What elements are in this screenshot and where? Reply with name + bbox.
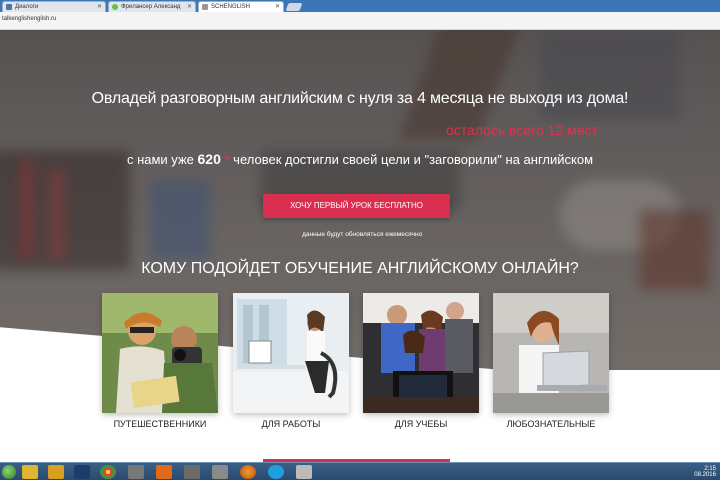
update-note: * данные будут обновляться ежемесячно <box>297 231 423 238</box>
freelancer-icon <box>112 4 118 10</box>
firefox-icon[interactable] <box>240 465 256 479</box>
card-label-curious: ЛЮБОЗНАТЕЛЬНЫЕ <box>506 419 596 429</box>
start-button[interactable] <box>2 465 16 479</box>
travelers-photo <box>102 293 218 413</box>
card-label-study: ДЛЯ УЧЕБЫ <box>394 419 448 429</box>
chrome-icon[interactable] <box>100 465 116 479</box>
new-tab-button[interactable] <box>285 3 303 11</box>
page-icon <box>202 4 208 10</box>
card-study[interactable] <box>363 293 479 413</box>
close-icon[interactable]: ✕ <box>97 2 102 12</box>
free-lesson-button[interactable]: ХОЧУ ПЕРВЫЙ УРОК БЕСПЛАТНО <box>263 194 450 218</box>
tab-freelancer[interactable]: Фрилансер Александ ✕ <box>108 1 196 12</box>
study-photo <box>363 293 479 413</box>
card-label-work: ДЛЯ РАБОТЫ <box>261 419 321 429</box>
app-icon[interactable] <box>184 465 200 479</box>
windows-taskbar: 2:15 08.2016 <box>0 462 720 480</box>
student-counter: с нами уже 620 * человек достигли своей … <box>126 151 594 167</box>
counter-value: 620 <box>197 151 221 167</box>
explorer-icon[interactable] <box>22 465 38 479</box>
xampp-icon[interactable] <box>156 465 172 479</box>
window-icon[interactable] <box>128 465 144 479</box>
card-curious[interactable] <box>493 293 609 413</box>
app-icon[interactable] <box>212 465 228 479</box>
photoshop-icon[interactable] <box>74 465 90 479</box>
tab-schenglish[interactable]: SCHENGLISH ✕ <box>198 1 284 12</box>
card-label-travelers: ПУТЕШЕСТВЕННИКИ <box>113 419 207 429</box>
hero-headline: Овладей разговорным английским с нуля за… <box>91 90 629 107</box>
tab-dialogs[interactable]: Диалоги ✕ <box>2 1 106 12</box>
vk-icon <box>6 4 12 10</box>
close-icon[interactable]: ✕ <box>275 2 280 12</box>
browser-tab-strip: Диалоги ✕ Фрилансер Александ ✕ SCHENGLIS… <box>0 0 720 12</box>
card-work[interactable] <box>233 293 349 413</box>
card-travelers[interactable] <box>102 293 218 413</box>
skype-icon[interactable] <box>268 465 284 479</box>
work-photo <box>233 293 349 413</box>
address-bar[interactable]: talkenglishenglish.ru <box>0 12 720 30</box>
app-icon[interactable] <box>48 465 64 479</box>
system-clock[interactable]: 2:15 08.2016 <box>694 466 716 478</box>
curious-photo <box>493 293 609 413</box>
address-text: talkenglishenglish.ru <box>2 16 57 22</box>
seats-remaining: осталось всего 12 мест <box>446 122 598 138</box>
close-icon[interactable]: ✕ <box>187 2 192 12</box>
section-title: КОМУ ПОДОЙДЕТ ОБУЧЕНИЕ АНГЛИЙСКОМУ ОНЛАЙ… <box>141 260 579 277</box>
app-icon[interactable] <box>296 465 312 479</box>
